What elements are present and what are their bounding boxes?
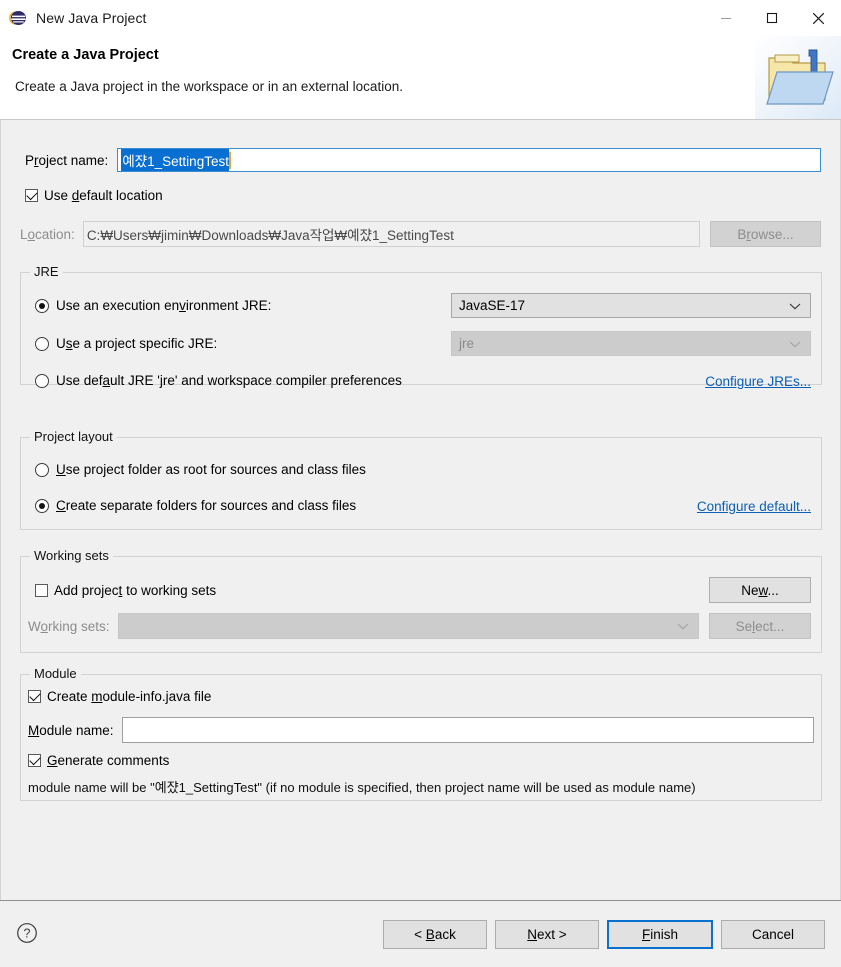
module-name-row: Module name: [28,717,814,743]
generate-comments-label: Generate comments [47,753,170,768]
eclipse-logo-icon [9,9,27,27]
chevron-down-icon [677,619,689,634]
create-module-info-label: Create module-info.java file [47,689,212,704]
create-module-info-row[interactable]: Create module-info.java file [28,689,211,704]
execution-env-value: JavaSE-17 [459,298,526,313]
new-java-project-dialog: New Java Project Create a Java Project C… [0,0,841,967]
layout-separate-radio[interactable] [35,498,49,513]
next-label: Next > [527,927,567,942]
project-name-row: Project name: 예쟜1_SettingTest [25,148,821,172]
add-to-working-sets-row[interactable]: Add project to working sets [35,583,216,598]
project-name-label: Project name: [25,152,109,168]
back-label: < Back [414,927,456,942]
project-layout-group: Project layout Use project folder as roo… [20,429,822,530]
add-to-working-sets-label: Add project to working sets [54,583,217,598]
module-name-input[interactable] [121,717,814,743]
location-input: C:₩Users₩jimin₩Downloads₩Java작업₩예쟜1_Sett… [82,221,700,247]
cancel-label: Cancel [751,927,795,942]
module-name-hint: module name will be "예쟜1_SettingTest" (i… [28,780,696,795]
jre-group-title: JRE [30,264,63,279]
configure-default-link[interactable]: Configure default... [697,499,811,514]
execution-env-combo[interactable]: JavaSE-17 [451,293,811,318]
module-name-label: Module name: [28,722,114,738]
browse-button: Browse... [710,221,821,247]
next-button[interactable]: Next > [495,920,599,949]
project-name-value: 예쟜1_SettingTest [121,149,229,171]
page-description: Create a Java project in the workspace o… [15,79,403,94]
jre-execution-env-label: Use an execution environment JRE: [56,298,272,313]
jre-execution-env-radio[interactable] [35,298,49,313]
new-working-set-label: New... [741,582,779,598]
jre-option-default[interactable]: Use default JRE 'jre' and workspace comp… [35,373,402,388]
working-sets-combo [117,613,699,639]
create-module-info-checkbox[interactable] [28,690,41,703]
project-layout-group-title: Project layout [30,429,117,444]
footer-buttons: < Back Next > Finish Cancel [383,920,825,949]
project-name-input[interactable]: 예쟜1_SettingTest [117,148,821,172]
help-question-icon[interactable]: ? [16,922,38,944]
chevron-down-icon [789,298,801,313]
use-default-location-row: Use default location [25,188,163,203]
add-to-working-sets-checkbox[interactable] [35,584,48,597]
location-value: C:₩Users₩jimin₩Downloads₩Java작업₩예쟜1_Sett… [86,228,454,243]
jre-default-label: Use default JRE 'jre' and workspace comp… [56,373,402,388]
banner: Create a Java Project Create a Java proj… [0,36,841,120]
use-default-location-checkbox[interactable] [25,189,38,202]
layout-separate-label: Create separate folders for sources and … [56,498,357,513]
select-working-set-label: Select... [735,618,785,634]
title-bar: New Java Project [0,0,841,36]
select-working-set-button: Select... [709,613,811,639]
generate-comments-checkbox[interactable] [28,754,41,767]
java-project-folder-icon [755,36,841,119]
close-button[interactable] [795,0,841,36]
browse-label: Browse... [737,226,794,242]
window-controls [703,0,841,36]
chevron-down-icon [789,336,801,351]
jre-project-specific-label: Use a project specific JRE: [56,336,218,351]
working-sets-select-row: Working sets: Select... [28,613,811,639]
location-label: Location: [20,226,75,242]
use-default-location-label: Use default location [44,188,163,203]
generate-comments-row[interactable]: Generate comments [28,753,169,768]
finish-label: Finish [641,927,678,942]
module-group-title: Module [30,666,81,681]
configure-jres-link[interactable]: Configure JREs... [705,374,811,389]
page-title: Create a Java Project [12,47,159,63]
jre-group: JRE Use an execution environment JRE: Ja… [20,264,822,389]
layout-option-separate[interactable]: Create separate folders for sources and … [35,498,356,513]
new-working-set-button[interactable]: New... [709,577,811,603]
jre-project-specific-radio[interactable] [35,336,49,351]
jre-option-execution-env[interactable]: Use an execution environment JRE: [35,298,271,313]
minimize-button[interactable] [703,0,749,36]
finish-button[interactable]: Finish [607,920,713,949]
layout-root-radio[interactable] [35,462,49,477]
dialog-content: Project name: 예쟜1_SettingTest Use defaul… [0,120,841,900]
layout-option-root[interactable]: Use project folder as root for sources a… [35,462,366,477]
project-jre-value: jre [459,336,475,351]
maximize-button[interactable] [749,0,795,36]
cancel-button[interactable]: Cancel [721,920,825,949]
dialog-footer: ? < Back Next > Finish Cancel [0,900,841,967]
working-sets-label: Working sets: [28,618,110,634]
text-caret [228,151,231,169]
svg-text:?: ? [24,927,31,941]
jre-default-radio[interactable] [35,373,49,388]
layout-root-label: Use project folder as root for sources a… [56,462,366,477]
module-group: Module Create module-info.java file Modu… [20,666,822,801]
working-sets-group: Working sets Add project to working sets… [20,548,822,653]
window-title: New Java Project [36,10,147,26]
working-sets-group-title: Working sets [30,548,113,563]
back-button[interactable]: < Back [383,920,487,949]
project-jre-combo: jre [451,331,811,356]
location-row: Location: C:₩Users₩jimin₩Downloads₩Java작… [20,221,821,247]
jre-option-project-specific[interactable]: Use a project specific JRE: [35,336,217,351]
